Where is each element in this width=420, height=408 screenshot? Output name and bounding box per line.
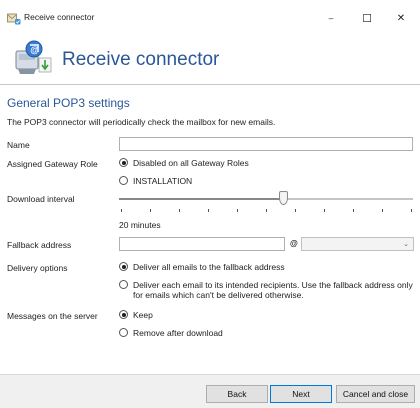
slider-tick bbox=[266, 209, 267, 212]
slider-thumb[interactable] bbox=[278, 191, 288, 205]
fallback-domain-select[interactable]: ⌄ bbox=[301, 237, 414, 251]
slider-tick bbox=[353, 209, 354, 212]
messages-keep-radio[interactable]: Keep bbox=[119, 310, 153, 320]
at-symbol: @ bbox=[290, 239, 298, 248]
maximize-button[interactable]: ☐ bbox=[350, 6, 384, 30]
slider-tick bbox=[121, 209, 122, 212]
svg-text:@: @ bbox=[30, 45, 39, 55]
radio-unselected-icon bbox=[119, 176, 128, 185]
gateway-role-label: Assigned Gateway Role bbox=[7, 159, 98, 169]
radio-selected-icon bbox=[119, 158, 128, 167]
gateway-role-installation-radio[interactable]: INSTALLATION bbox=[119, 176, 192, 186]
messages-remove-radio[interactable]: Remove after download bbox=[119, 328, 223, 338]
header-divider bbox=[0, 84, 420, 85]
next-button[interactable]: Next bbox=[270, 385, 332, 403]
download-interval-value: 20 minutes bbox=[119, 220, 161, 230]
delivery-recipients-radio[interactable]: Deliver each email to its intended recip… bbox=[119, 280, 415, 300]
radio-selected-icon bbox=[119, 262, 128, 271]
page-title: Receive connector bbox=[62, 49, 220, 70]
minimize-icon: – bbox=[328, 13, 334, 23]
window-title: Receive connector bbox=[24, 12, 95, 22]
name-input[interactable] bbox=[119, 137, 413, 151]
slider-tick bbox=[208, 209, 209, 212]
section-description: The POP3 connector will periodically che… bbox=[7, 117, 276, 127]
radio-selected-icon bbox=[119, 310, 128, 319]
slider-tick bbox=[382, 209, 383, 212]
download-interval-label: Download interval bbox=[7, 194, 75, 204]
dialog-header: @ Receive connector bbox=[0, 34, 420, 80]
maximize-icon: ☐ bbox=[362, 12, 372, 25]
gateway-role-disabled-radio[interactable]: Disabled on all Gateway Roles bbox=[119, 158, 249, 168]
fallback-local-input[interactable] bbox=[119, 237, 285, 251]
minimize-button[interactable]: – bbox=[314, 6, 348, 30]
section-title: General POP3 settings bbox=[7, 96, 130, 110]
slider-tick bbox=[295, 209, 296, 212]
delivery-fallback-radio[interactable]: Deliver all emails to the fallback addre… bbox=[119, 262, 285, 272]
slider-tick bbox=[150, 209, 151, 212]
messages-on-server-label: Messages on the server bbox=[7, 311, 98, 321]
radio-unselected-icon bbox=[119, 280, 128, 289]
mailbox-download-icon: @ bbox=[15, 40, 52, 74]
cancel-button[interactable]: Cancel and close bbox=[336, 385, 415, 403]
slider-tick bbox=[411, 209, 412, 212]
slider-fill bbox=[119, 198, 284, 200]
connector-icon bbox=[7, 13, 21, 25]
title-bar: Receive connector – ☐ ✕ bbox=[0, 0, 420, 34]
close-icon: ✕ bbox=[396, 12, 406, 24]
radio-unselected-icon bbox=[119, 328, 128, 337]
name-label: Name bbox=[7, 140, 30, 150]
close-button[interactable]: ✕ bbox=[384, 6, 418, 30]
back-button[interactable]: Back bbox=[206, 385, 268, 403]
slider-tick bbox=[324, 209, 325, 212]
delivery-options-label: Delivery options bbox=[7, 263, 68, 273]
fallback-address-label: Fallback address bbox=[7, 240, 72, 250]
slider-tick bbox=[237, 209, 238, 212]
chevron-down-icon: ⌄ bbox=[403, 241, 409, 248]
slider-tick bbox=[179, 209, 180, 212]
